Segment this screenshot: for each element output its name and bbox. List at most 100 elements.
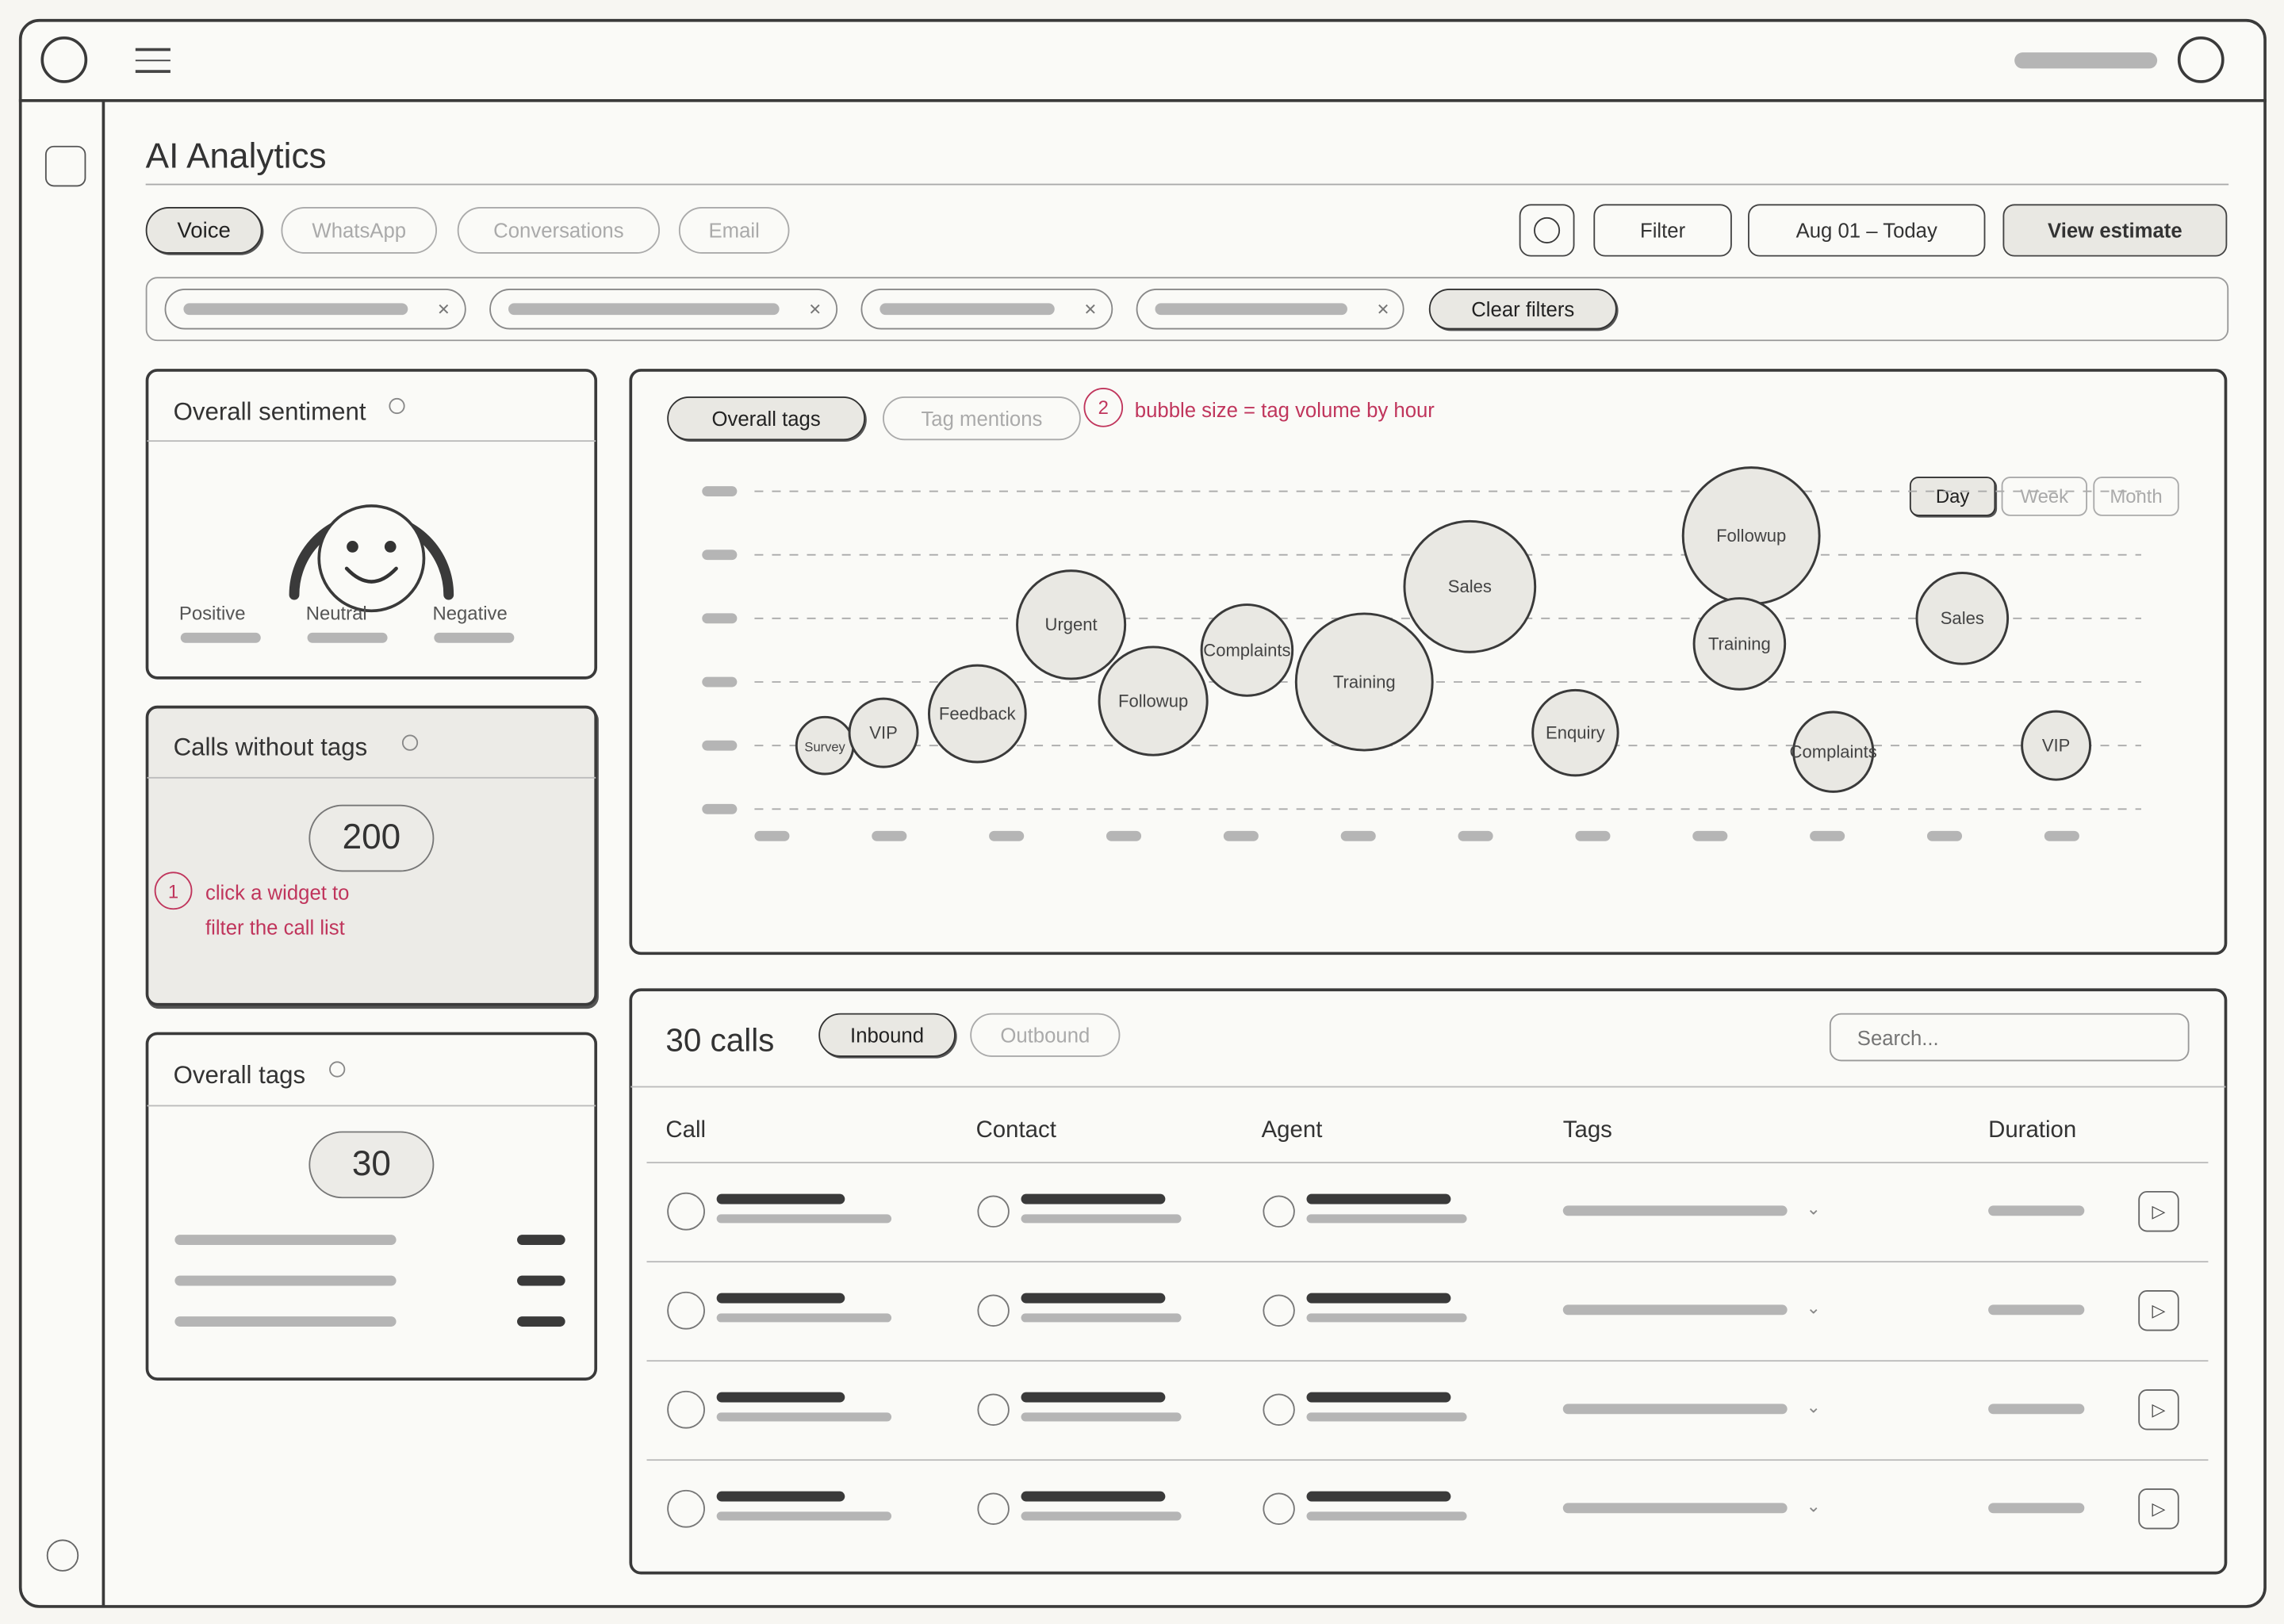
topbar-divider: [18, 99, 2267, 102]
x-tick-label: [1223, 830, 1259, 841]
table-row[interactable]: [646, 1261, 2208, 1360]
column-header-tags[interactable]: Tags: [1563, 1118, 1612, 1144]
overall-tags-count: 30: [308, 1131, 435, 1199]
close-icon[interactable]: ✕: [1084, 300, 1098, 319]
chevron-down-icon[interactable]: ⌄: [1807, 1297, 1821, 1318]
chevron-down-icon[interactable]: ⌄: [1807, 1198, 1821, 1219]
tag-bubble[interactable]: Training: [1692, 597, 1787, 691]
x-tick-label: [1106, 830, 1142, 841]
play-button[interactable]: ▷: [2138, 1488, 2179, 1530]
call-avatar-icon: [667, 1192, 705, 1231]
tag-bubble[interactable]: Followup: [1098, 645, 1209, 756]
tag-bubble[interactable]: Feedback: [927, 664, 1027, 764]
bubble-label: Sales: [1941, 608, 1984, 628]
filter-chip-value: [879, 303, 1055, 316]
filter-chip-value: [1155, 303, 1347, 316]
tag-bubble[interactable]: Survey: [795, 715, 855, 776]
card-header-divider: [147, 440, 596, 442]
info-icon[interactable]: [401, 734, 419, 751]
call-subtitle-placeholder: [716, 1214, 892, 1224]
chevron-down-icon[interactable]: ⌄: [1807, 1396, 1821, 1417]
tab-email[interactable]: Email: [678, 207, 790, 254]
filter-chip[interactable]: ✕: [164, 289, 466, 330]
agent-avatar-icon: [1263, 1195, 1295, 1228]
chevron-down-icon[interactable]: ⌄: [1807, 1496, 1821, 1516]
table-row[interactable]: [646, 1459, 2208, 1558]
filter-chip-value: [183, 303, 408, 316]
bubble-label: Training: [1708, 634, 1771, 653]
hamburger-menu-icon[interactable]: [135, 45, 171, 75]
date-range-button[interactable]: Aug 01 – Today: [1748, 204, 1986, 257]
duration-placeholder: [1988, 1205, 2085, 1216]
tag-bubble[interactable]: Sales: [1403, 519, 1537, 653]
tag-bubble[interactable]: Urgent: [1016, 569, 1127, 680]
table-row[interactable]: [646, 1162, 2208, 1261]
play-button[interactable]: ▷: [2138, 1289, 2179, 1331]
column-header-contact[interactable]: Contact: [976, 1118, 1056, 1144]
tag-bubble[interactable]: Training: [1294, 612, 1434, 752]
tag-bubble[interactable]: Sales: [1915, 572, 2010, 665]
call-title-placeholder: [716, 1293, 845, 1304]
tab-overall-tags[interactable]: Overall tags: [667, 396, 865, 441]
tab-tag-mentions[interactable]: Tag mentions: [883, 396, 1081, 441]
tab-outbound[interactable]: Outbound: [970, 1013, 1121, 1057]
info-icon[interactable]: [329, 1061, 346, 1078]
tag-count-placeholder: [517, 1235, 565, 1245]
tag-bubble[interactable]: Followup: [1681, 466, 1821, 606]
play-icon: ▷: [2152, 1399, 2166, 1420]
calls-count: 30 calls: [665, 1021, 775, 1059]
tag-bubble[interactable]: VIP: [848, 697, 919, 768]
play-icon: ▷: [2152, 1498, 2166, 1519]
calls-without-tags-title: Calls without tags: [173, 733, 368, 761]
app-logo-icon[interactable]: [40, 36, 88, 83]
tab-voice[interactable]: Voice: [145, 207, 263, 254]
play-button[interactable]: ▷: [2138, 1190, 2179, 1232]
user-name-placeholder: [2014, 52, 2158, 69]
bubble-label: VIP: [869, 722, 898, 742]
user-avatar-icon[interactable]: [2177, 36, 2225, 83]
y-tick-label: [702, 676, 738, 688]
tag-bubble[interactable]: Enquiry: [1531, 688, 1619, 777]
info-icon[interactable]: [389, 397, 405, 415]
search-input[interactable]: [1829, 1013, 2190, 1062]
close-icon[interactable]: ✕: [437, 300, 450, 319]
play-button[interactable]: ▷: [2138, 1388, 2179, 1431]
column-header-call[interactable]: Call: [665, 1118, 706, 1144]
filter-chip[interactable]: ✕: [1136, 289, 1405, 330]
agent-name-placeholder: [1306, 1392, 1451, 1403]
filter-chip[interactable]: ✕: [860, 289, 1113, 330]
tag-name-placeholder: [174, 1316, 397, 1327]
agent-detail-placeholder: [1306, 1412, 1467, 1422]
sentiment-negative-label: Negative: [432, 602, 508, 624]
tag-bubble[interactable]: VIP: [2021, 710, 2092, 781]
annotation-text-1b: filter the call list: [205, 915, 345, 939]
column-header-duration[interactable]: Duration: [1988, 1118, 2076, 1144]
filter-button[interactable]: Filter: [1593, 204, 1732, 257]
sentiment-positive-value: [180, 632, 261, 643]
tab-inbound[interactable]: Inbound: [818, 1013, 956, 1057]
sidebar-settings-circle-icon[interactable]: [46, 1539, 79, 1572]
contact-detail-placeholder: [1021, 1511, 1182, 1521]
overall-tags-title: Overall tags: [173, 1061, 306, 1090]
bubble-label: Training: [1333, 672, 1396, 691]
tag-bubble[interactable]: Complaints: [1790, 710, 1877, 793]
view-estimate-button[interactable]: View estimate: [2002, 204, 2228, 257]
column-header-agent[interactable]: Agent: [1262, 1118, 1323, 1144]
y-tick-label: [702, 803, 738, 814]
tab-conversations[interactable]: Conversations: [457, 207, 661, 254]
tab-whatsapp[interactable]: WhatsApp: [281, 207, 438, 254]
close-icon[interactable]: ✕: [1377, 300, 1390, 319]
bubble-label: Complaints: [1790, 742, 1877, 762]
sentiment-gauge: [289, 504, 454, 613]
clear-filters-button[interactable]: Clear filters: [1428, 289, 1617, 330]
tags-placeholder: [1562, 1205, 1788, 1216]
bubble-label: Complaints: [1203, 640, 1290, 660]
tag-bubble[interactable]: Complaints: [1200, 603, 1294, 697]
settings-button[interactable]: [1519, 204, 1575, 257]
table-row[interactable]: [646, 1360, 2208, 1459]
close-icon[interactable]: ✕: [808, 300, 822, 319]
filter-chip[interactable]: ✕: [489, 289, 838, 330]
sidebar-nav-square-icon[interactable]: [44, 145, 86, 187]
bubble-label: VIP: [2042, 736, 2071, 756]
contact-name-placeholder: [1021, 1293, 1166, 1304]
